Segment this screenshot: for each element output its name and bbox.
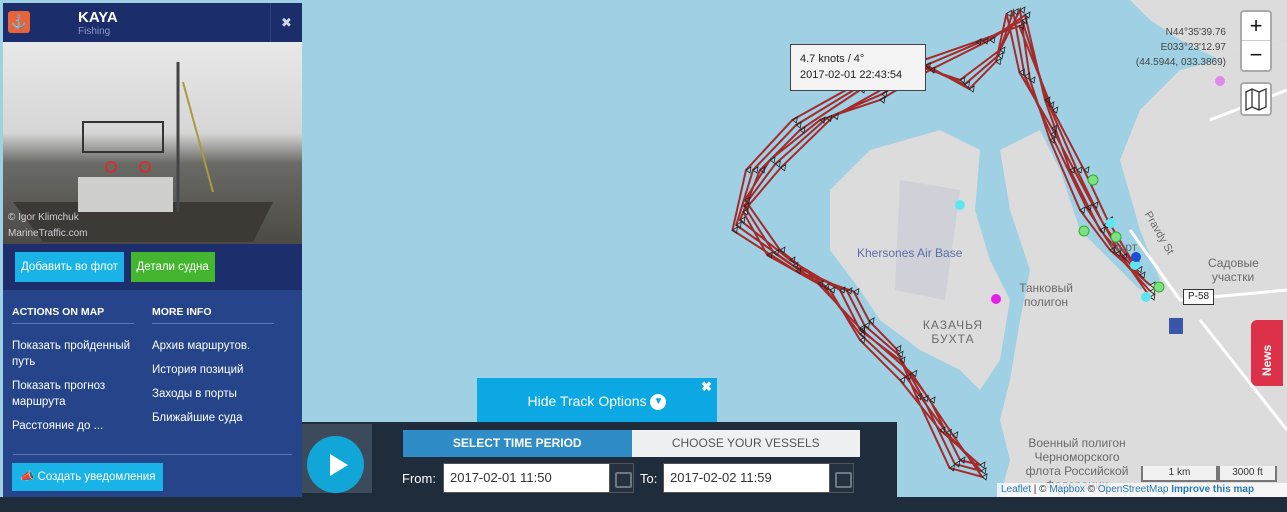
map-icon bbox=[1245, 88, 1267, 112]
port-calls-link[interactable]: Заходы в порты bbox=[152, 386, 292, 402]
attr-sep: | © bbox=[1031, 484, 1050, 495]
actions-on-map: ACTIONS ON MAP Показать пройденный путь … bbox=[12, 306, 152, 442]
improve-map-link[interactable]: Improve this map bbox=[1171, 484, 1254, 495]
vessel-marker bbox=[1078, 225, 1090, 237]
panel-tabs: SELECT TIME PERIOD CHOOSE YOUR VESSELS bbox=[403, 430, 860, 457]
show-forecast-link[interactable]: Показать прогноз маршрута bbox=[12, 378, 152, 410]
map-label-gardens: Садовые участки bbox=[1208, 256, 1259, 284]
fishing-vessel-icon: ⚓ bbox=[8, 11, 30, 33]
calendar-icon[interactable] bbox=[609, 463, 634, 493]
photo-credit: © Igor Klimchuk bbox=[8, 212, 79, 223]
zoom-in-button[interactable]: + bbox=[1242, 12, 1270, 41]
map-label-bay: КАЗАЧЬЯ БУХТА bbox=[922, 318, 984, 346]
coord-lat: N44°35'39.76 bbox=[1165, 27, 1226, 38]
to-label: To: bbox=[640, 471, 658, 486]
megaphone-icon: 📣 bbox=[20, 471, 35, 483]
divider bbox=[13, 454, 292, 455]
from-date-input[interactable]: 2017-02-01 11:50 bbox=[443, 463, 611, 493]
nearby-vessels-link[interactable]: Ближайшие суда bbox=[152, 410, 292, 426]
vessel-marker bbox=[955, 200, 965, 210]
attr-sep: © bbox=[1084, 484, 1098, 495]
tooltip-time: 2017-02-01 22:43:54 bbox=[800, 69, 903, 81]
track-options-label: Hide Track Options bbox=[527, 393, 647, 409]
tab-choose-vessels[interactable]: CHOOSE YOUR VESSELS bbox=[631, 430, 860, 457]
bottom-bar bbox=[0, 497, 1287, 512]
play-button[interactable] bbox=[307, 436, 364, 493]
vessel-marker bbox=[1215, 76, 1225, 86]
hide-track-options-button[interactable]: Hide Track Options ▼ ✖ bbox=[477, 378, 717, 422]
tab-select-time-period[interactable]: SELECT TIME PERIOD bbox=[403, 430, 632, 457]
chevron-down-icon: ▼ bbox=[650, 394, 667, 411]
map-attribution: Leaflet | © Mapbox © OpenStreetMap Impro… bbox=[997, 483, 1287, 497]
vessel-marker bbox=[1087, 174, 1099, 186]
more-info-title: MORE INFO bbox=[152, 306, 274, 324]
create-alert-button[interactable]: 📣 Создать уведомления bbox=[12, 463, 164, 491]
track-tooltip: 4.7 knots / 4° 2017-02-01 22:43:54 bbox=[790, 44, 926, 91]
track-options-panel: SELECT TIME PERIOD CHOOSE YOUR VESSELS F… bbox=[302, 422, 897, 497]
photo-site: MarineTraffic.com bbox=[8, 228, 88, 239]
vessel-details-button[interactable]: Детали судна bbox=[130, 252, 215, 282]
coord-lon: E033°23'12.97 bbox=[1160, 42, 1226, 53]
zoom-out-button[interactable]: − bbox=[1242, 41, 1270, 70]
map-layers-button[interactable] bbox=[1240, 82, 1272, 116]
close-icon[interactable]: ✖ bbox=[701, 364, 712, 410]
show-track-link[interactable]: Показать пройденный путь bbox=[12, 338, 152, 370]
voyage-archive-link[interactable]: Архив маршрутов. bbox=[152, 338, 292, 354]
vessel-marker bbox=[1106, 218, 1116, 228]
from-label: From: bbox=[402, 471, 436, 486]
play-box bbox=[302, 424, 372, 493]
tooltip-speed: 4.7 knots / 4° bbox=[800, 53, 865, 65]
vessel-marker bbox=[1141, 292, 1151, 302]
scale-km: 1 km bbox=[1141, 466, 1218, 482]
cursor-coordinates: N44°35'39.76 E033°23'12.97 (44.5944, 033… bbox=[1120, 25, 1226, 70]
vessel-type: Fishing bbox=[78, 26, 111, 37]
mapbox-link[interactable]: Mapbox bbox=[1049, 484, 1085, 495]
map-label-road: P-58 bbox=[1183, 289, 1215, 305]
vessel-name: KAYA bbox=[78, 9, 118, 26]
to-date-input[interactable]: 2017-02-02 11:59 bbox=[663, 463, 831, 493]
vessel-buttons: Добавить во флот Детали судна bbox=[3, 244, 302, 290]
close-icon[interactable]: ✖ bbox=[270, 3, 302, 42]
map-label-airbase: Khersones Air Base bbox=[857, 246, 963, 260]
news-label: News bbox=[1260, 344, 1274, 376]
calendar-icon[interactable] bbox=[829, 463, 854, 493]
actions-title: ACTIONS ON MAP bbox=[12, 306, 134, 324]
vessel-marker bbox=[1153, 281, 1165, 293]
more-info: MORE INFO Архив маршрутов. История позиц… bbox=[152, 306, 292, 442]
scale-ft: 3000 ft bbox=[1218, 466, 1277, 482]
add-to-fleet-button[interactable]: Добавить во флот bbox=[15, 252, 125, 282]
vessel-marker bbox=[991, 294, 1001, 304]
distance-to-link[interactable]: Расстояние до ... bbox=[12, 418, 152, 434]
position-history-link[interactable]: История позиций bbox=[152, 362, 292, 378]
create-alert-label: Создать уведомления bbox=[37, 471, 156, 483]
map-label-tank: Танковый полигон bbox=[1019, 281, 1073, 309]
station-icon bbox=[1169, 318, 1183, 334]
news-tab[interactable]: News bbox=[1251, 320, 1283, 386]
zoom-control: + − bbox=[1240, 10, 1272, 72]
vessel-sidebar: ⚓ KAYA Fishing ✖ © Igor Klimchuk MarineT… bbox=[3, 3, 302, 510]
vessel-header: ⚓ KAYA Fishing ✖ bbox=[3, 3, 302, 42]
coord-decimal: (44.5944, 033.3869) bbox=[1135, 57, 1226, 68]
map-label-port: Порт bbox=[1110, 240, 1138, 254]
leaflet-link[interactable]: Leaflet bbox=[1001, 484, 1031, 495]
vessel-photo[interactable]: © Igor Klimchuk MarineTraffic.com bbox=[3, 42, 302, 244]
osm-link[interactable]: OpenStreetMap bbox=[1098, 484, 1169, 495]
